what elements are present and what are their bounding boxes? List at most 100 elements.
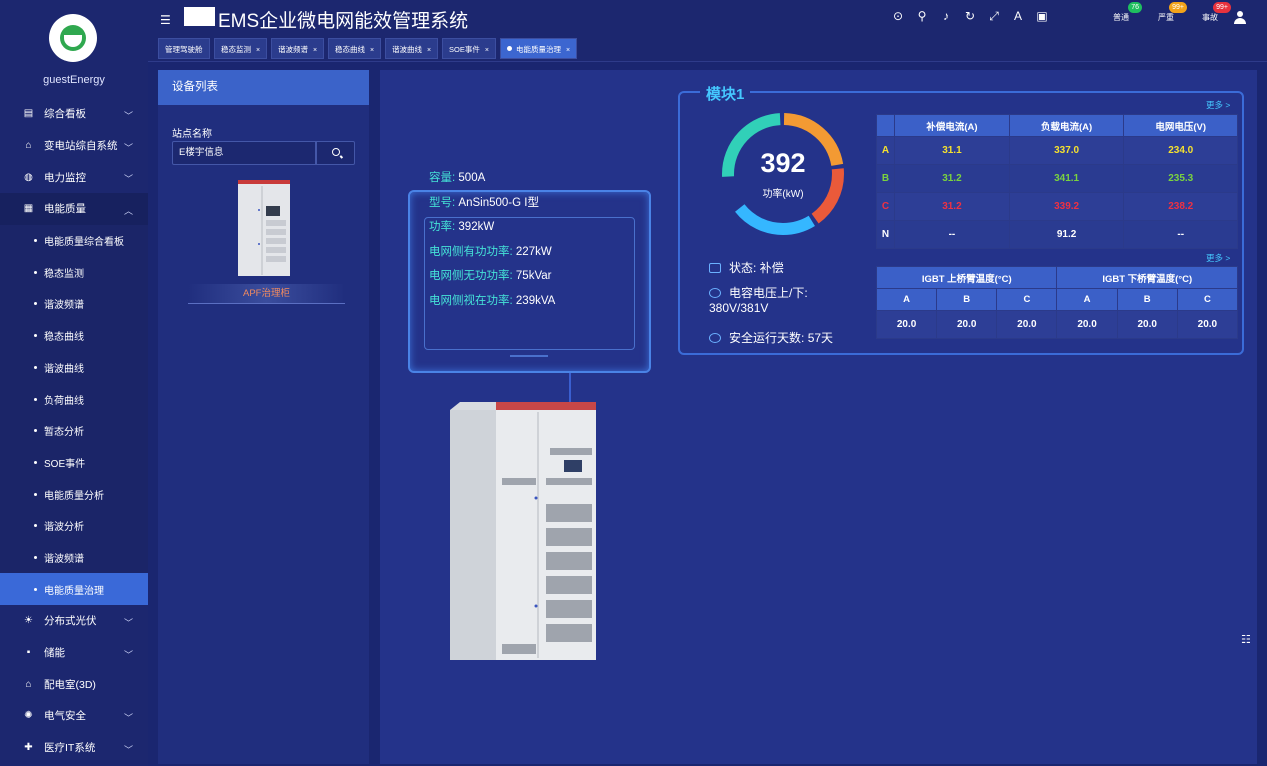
- house-icon: ⌂: [25, 140, 32, 152]
- close-icon[interactable]: ×: [427, 47, 431, 54]
- search-icon[interactable]: ⚲: [915, 9, 929, 23]
- sidebar-subitem[interactable]: 谐波频谱: [0, 288, 148, 320]
- toolbar-icons: ⊙ ⚲ ♪ ↻ ⤢ A ▣: [891, 9, 1049, 23]
- sidebar-subitem[interactable]: 负荷曲线: [0, 383, 148, 415]
- alarm-normal-count: 76: [1128, 2, 1142, 13]
- sidebar-subitem-label: 谐波曲线: [44, 363, 84, 375]
- tab[interactable]: 谐波曲线 ×: [385, 38, 439, 59]
- device-item-label[interactable]: APF治理柜: [188, 284, 345, 304]
- table-header: 补偿电流(A): [894, 114, 1010, 137]
- sidebar-subitem[interactable]: 稳态曲线: [0, 319, 148, 352]
- close-icon[interactable]: ×: [370, 47, 374, 54]
- more-link-current[interactable]: 更多 >: [1206, 99, 1230, 111]
- app-title: EMS企业微电网能效管理系统: [218, 11, 469, 32]
- settings-sliders-icon[interactable]: ☷: [1241, 633, 1251, 646]
- more-link-temp[interactable]: 更多 >: [1206, 252, 1230, 264]
- sidebar-item[interactable]: ◍ 电力监控 ﹀: [0, 161, 148, 193]
- table-header: 负载电流(A): [1008, 114, 1125, 137]
- sidebar-item[interactable]: ✺ 电气安全 ﹀: [0, 700, 148, 732]
- site-input[interactable]: E楼宇信息: [172, 141, 316, 165]
- quality-icon: ▦: [23, 203, 34, 215]
- tab[interactable]: 稳态曲线 ×: [328, 38, 382, 59]
- sidebar-item[interactable]: ⌂ 变电站综自系统 ﹀: [0, 130, 148, 162]
- apf-cabinet-image: [450, 402, 596, 660]
- close-icon[interactable]: ×: [566, 47, 570, 54]
- sidebar-subitem[interactable]: 暂态分析: [0, 414, 148, 447]
- sidebar-subitem-label: 谐波分析: [44, 522, 84, 534]
- translate-icon[interactable]: A: [1011, 9, 1025, 23]
- sidebar-subitem[interactable]: 谐波频谱: [0, 541, 148, 574]
- tab[interactable]: 电能质量治理 ×: [500, 38, 578, 59]
- table-cell: --: [894, 220, 1010, 249]
- tab[interactable]: 管理驾驶舱: [158, 38, 210, 59]
- user-icon[interactable]: [1234, 11, 1246, 24]
- menu-toggle-icon[interactable]: ☰: [160, 13, 171, 27]
- days-row: 安全运行天数: 57天: [709, 329, 833, 346]
- alarm-accident-button[interactable]: 事故 99+: [1195, 2, 1231, 25]
- current-table: 补偿电流(A) 负载电流(A) 电网电压(V) A 31.1 337.0 234.0 B 31…: [875, 114, 1238, 249]
- sidebar-subitem[interactable]: 电能质量综合看板: [0, 224, 148, 257]
- tab[interactable]: 稳态监测 ×: [214, 38, 268, 59]
- table-cell: 234.0: [1123, 136, 1238, 165]
- table-cell: 20.0: [1116, 310, 1178, 339]
- alarm-severe-label: 严重: [1158, 13, 1174, 22]
- alarm-severe-button[interactable]: 严重 99+: [1151, 2, 1187, 25]
- close-icon[interactable]: ×: [313, 47, 317, 54]
- close-icon[interactable]: ×: [256, 47, 260, 54]
- theme-icon[interactable]: ▣: [1035, 9, 1049, 23]
- fullscreen-icon[interactable]: ⤢: [987, 9, 1001, 23]
- active-power-label: 电网侧有功功率:: [429, 245, 513, 258]
- bullet-icon: [34, 492, 37, 496]
- voltage-row: 电容电压上/下: 380V/381V: [709, 286, 808, 316]
- tab-label: 电能质量治理: [516, 45, 561, 54]
- sidebar-subitem-label: 暂态分析: [44, 427, 84, 439]
- sidebar-subitem[interactable]: 稳态监测: [0, 256, 148, 289]
- tab[interactable]: 谐波频谱 ×: [271, 38, 325, 59]
- capacity-value: 500A: [458, 172, 486, 184]
- sidebar-item-label: 电气安全: [44, 710, 86, 723]
- bullet-icon: [34, 524, 37, 528]
- shield-icon: [709, 333, 721, 343]
- sidebar-item[interactable]: ✚ 医疗IT系统 ﹀: [0, 732, 148, 764]
- table-cell: C: [875, 192, 896, 221]
- sidebar-item[interactable]: ▦ 电能质量 ︿: [0, 193, 148, 225]
- table-cell: --: [1123, 220, 1238, 249]
- device-list-title: 设备列表: [158, 70, 369, 105]
- sidebar-subitem[interactable]: 谐波分析: [0, 509, 148, 542]
- sidebar-subitem[interactable]: SOE事件: [0, 446, 148, 479]
- apf-cabinet-thumbnail[interactable]: [237, 180, 291, 277]
- site-search-button[interactable]: [316, 141, 355, 165]
- table-subheader: A: [1056, 288, 1118, 311]
- avatar[interactable]: [49, 14, 97, 62]
- tab[interactable]: SOE事件 ×: [442, 38, 496, 59]
- chevron-down-icon: ﹀: [123, 618, 133, 628]
- alarm-normal-button[interactable]: 普通 76: [1106, 2, 1142, 25]
- alarm-accident-label: 事故: [1202, 13, 1218, 22]
- close-icon[interactable]: ×: [485, 47, 489, 54]
- battery-icon: ▪: [26, 647, 31, 659]
- voltage-value: 380V/381V: [709, 301, 769, 315]
- sidebar-subitem[interactable]: 谐波曲线: [0, 351, 148, 384]
- status-value: 补偿: [759, 261, 784, 275]
- sidebar-item[interactable]: ☀ 分布式光伏 ﹀: [0, 605, 148, 637]
- sidebar-item[interactable]: ▤ 综合看板 ﹀: [0, 98, 148, 130]
- table-cell: 20.0: [875, 310, 938, 339]
- sidebar-subitem-label: 负荷曲线: [44, 395, 84, 407]
- table-cell: A: [875, 136, 896, 165]
- table-row: A 31.1 337.0 234.0: [875, 136, 1238, 165]
- sidebar-item[interactable]: ▪ 储能 ﹀: [0, 637, 148, 669]
- help-icon[interactable]: ⊙: [891, 9, 905, 23]
- bullet-icon: [34, 365, 37, 369]
- sidebar-subitem[interactable]: 电能质量治理: [0, 573, 148, 605]
- table-cell: 337.0: [1008, 136, 1125, 165]
- sidebar-subitem-label: SOE事件: [44, 458, 86, 470]
- sidebar-subitem[interactable]: 电能质量分析: [0, 478, 148, 510]
- tab-label: 稳态曲线: [335, 45, 365, 54]
- mute-icon[interactable]: ♪: [939, 9, 953, 23]
- chevron-up-icon: ︿: [123, 206, 133, 217]
- search-icon: [332, 148, 340, 156]
- refresh-icon[interactable]: ↻: [963, 9, 977, 23]
- sidebar-item[interactable]: ⌂ 配电室(3D): [0, 668, 148, 700]
- header: ☰ EMS企业微电网能效管理系统 ⊙ ⚲ ♪ ↻ ⤢ A ▣ 普通 76 严重 …: [148, 0, 1267, 36]
- logo: [184, 7, 215, 26]
